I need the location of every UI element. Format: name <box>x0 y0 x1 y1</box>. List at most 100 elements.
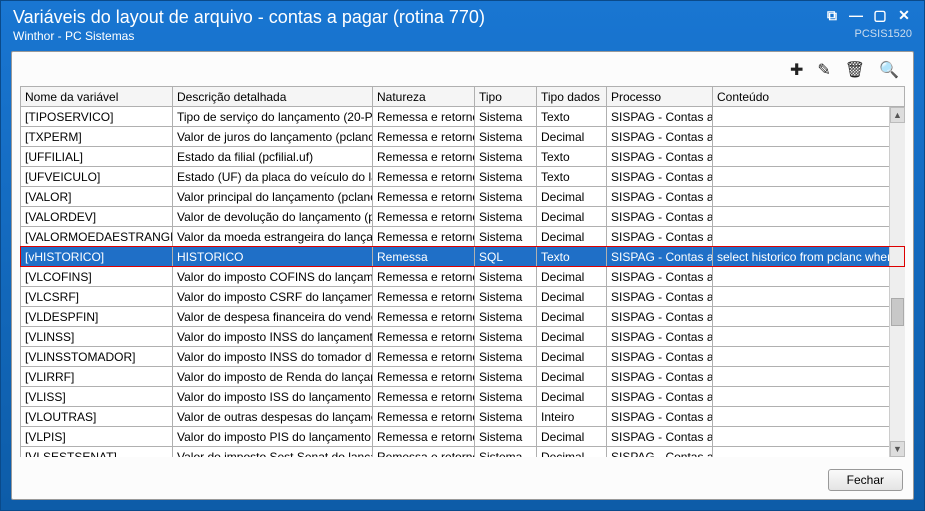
cell-nome[interactable]: [VLIRRF] <box>21 367 173 387</box>
cell-cont[interactable] <box>713 267 905 287</box>
col-desc[interactable]: Descrição detalhada <box>173 87 373 107</box>
cell-td[interactable]: Decimal <box>537 447 607 458</box>
cell-proc[interactable]: SISPAG - Contas a pa <box>607 127 713 147</box>
cell-nome[interactable]: [VALOR] <box>21 187 173 207</box>
cell-tipo[interactable]: Sistema <box>475 107 537 127</box>
cell-nat[interactable]: Remessa e retorno <box>373 447 475 458</box>
cell-td[interactable]: Decimal <box>537 127 607 147</box>
cell-nome[interactable]: [UFFILIAL] <box>21 147 173 167</box>
cell-cont[interactable]: select historico from pclanc where recnu <box>713 247 905 267</box>
cell-desc[interactable]: Valor de outras despesas do lançamento (… <box>173 407 373 427</box>
cell-nat[interactable]: Remessa e retorno <box>373 147 475 167</box>
cell-nat[interactable]: Remessa e retorno <box>373 107 475 127</box>
cell-td[interactable]: Decimal <box>537 187 607 207</box>
add-icon[interactable]: ✚ <box>790 60 803 80</box>
cell-cont[interactable] <box>713 447 905 458</box>
table-row[interactable]: [VLPIS]Valor do imposto PIS do lançament… <box>21 427 905 447</box>
table-row[interactable]: [VLSESTSENAT]Valor do imposto Sest Senat… <box>21 447 905 458</box>
cell-nat[interactable]: Remessa e retorno <box>373 327 475 347</box>
table-row[interactable]: [VLINSSTOMADOR]Valor do imposto INSS do … <box>21 347 905 367</box>
cell-tipo[interactable]: Sistema <box>475 427 537 447</box>
cell-tipo[interactable]: Sistema <box>475 287 537 307</box>
cell-nome[interactable]: [VLOUTRAS] <box>21 407 173 427</box>
cell-proc[interactable]: SISPAG - Contas a pa <box>607 287 713 307</box>
cell-tipo[interactable]: Sistema <box>475 447 537 458</box>
cell-nat[interactable]: Remessa e retorno <box>373 227 475 247</box>
col-tipodados[interactable]: Tipo dados <box>537 87 607 107</box>
cell-proc[interactable]: SISPAG - Contas a pa <box>607 407 713 427</box>
minimize-icon[interactable]: — <box>848 7 864 24</box>
cell-cont[interactable] <box>713 187 905 207</box>
cell-proc[interactable]: SISPAG - Contas a pa <box>607 207 713 227</box>
cell-cont[interactable] <box>713 147 905 167</box>
cell-nome[interactable]: [VLDESPFIN] <box>21 307 173 327</box>
cell-nat[interactable]: Remessa e retorno <box>373 387 475 407</box>
scroll-down-icon[interactable]: ▼ <box>890 441 905 457</box>
cell-desc[interactable]: Valor do imposto COFINS do lançamento (p… <box>173 267 373 287</box>
table-row[interactable]: [VLCSRF]Valor do imposto CSRF do lançame… <box>21 287 905 307</box>
col-processo[interactable]: Processo <box>607 87 713 107</box>
table-row[interactable]: [UFFILIAL]Estado da filial (pcfilial.uf)… <box>21 147 905 167</box>
cell-desc[interactable]: Valor do imposto INSS do lançamento (pcl… <box>173 327 373 347</box>
cell-td[interactable]: Decimal <box>537 207 607 227</box>
cell-proc[interactable]: SISPAG - Contas a pa <box>607 147 713 167</box>
cell-nat[interactable]: Remessa e retorno <box>373 167 475 187</box>
cell-proc[interactable]: SISPAG - Contas a pa <box>607 187 713 207</box>
cell-nome[interactable]: [VALORDEV] <box>21 207 173 227</box>
edit-icon[interactable]: ✎ <box>817 60 830 80</box>
cell-tipo[interactable]: Sistema <box>475 207 537 227</box>
table-row[interactable]: [VLINSS]Valor do imposto INSS do lançame… <box>21 327 905 347</box>
scroll-thumb[interactable] <box>891 298 904 326</box>
cell-cont[interactable] <box>713 167 905 187</box>
cell-cont[interactable] <box>713 387 905 407</box>
cell-nome[interactable]: [VLSESTSENAT] <box>21 447 173 458</box>
cell-desc[interactable]: Valor do imposto CSRF do lançamento (pcl… <box>173 287 373 307</box>
table-row[interactable]: [TIPOSERVICO]Tipo de serviço do lançamen… <box>21 107 905 127</box>
cell-desc[interactable]: Valor principal do lançamento (pclanc.va… <box>173 187 373 207</box>
cell-nome[interactable]: [TXPERM] <box>21 127 173 147</box>
cell-nome[interactable]: [TIPOSERVICO] <box>21 107 173 127</box>
cell-nat[interactable]: Remessa e retorno <box>373 367 475 387</box>
cell-td[interactable]: Decimal <box>537 347 607 367</box>
header-row[interactable]: Nome da variável Descrição detalhada Nat… <box>21 87 905 107</box>
cell-td[interactable]: Texto <box>537 147 607 167</box>
cell-nat[interactable]: Remessa e retorno <box>373 127 475 147</box>
cell-nat[interactable]: Remessa e retorno <box>373 187 475 207</box>
cell-nat[interactable]: Remessa e retorno <box>373 427 475 447</box>
close-icon[interactable]: ✕ <box>896 7 912 24</box>
table-row[interactable]: [VALOR]Valor principal do lançamento (pc… <box>21 187 905 207</box>
cell-nat[interactable]: Remessa e retorno <box>373 307 475 327</box>
cell-cont[interactable] <box>713 227 905 247</box>
cell-proc[interactable]: SISPAG - Contas a pa <box>607 227 713 247</box>
col-tipo[interactable]: Tipo <box>475 87 537 107</box>
cell-desc[interactable]: Estado (UF) da placa do veículo do lança… <box>173 167 373 187</box>
cell-td[interactable]: Decimal <box>537 267 607 287</box>
table-row[interactable]: [VLISS]Valor do imposto ISS do lançament… <box>21 387 905 407</box>
table-row[interactable]: [VALORDEV]Valor de devolução do lançamen… <box>21 207 905 227</box>
cell-desc[interactable]: Valor do imposto Sest Senat do lançament… <box>173 447 373 458</box>
cell-cont[interactable] <box>713 427 905 447</box>
cell-cont[interactable] <box>713 127 905 147</box>
cell-td[interactable]: Decimal <box>537 387 607 407</box>
cell-td[interactable]: Decimal <box>537 307 607 327</box>
cell-nome[interactable]: [VALORMOEDAESTRANGE <box>21 227 173 247</box>
cell-tipo[interactable]: Sistema <box>475 227 537 247</box>
table-row[interactable]: [UFVEICULO]Estado (UF) da placa do veícu… <box>21 167 905 187</box>
cell-td[interactable]: Inteiro <box>537 407 607 427</box>
table-row[interactable]: [VALORMOEDAESTRANGEValor da moeda estran… <box>21 227 905 247</box>
vertical-scrollbar[interactable]: ▲ ▼ <box>889 107 905 457</box>
cell-proc[interactable]: SISPAG - Contas a pa <box>607 247 713 267</box>
cell-tipo[interactable]: Sistema <box>475 347 537 367</box>
search-icon[interactable]: 🔍 <box>879 60 899 80</box>
cell-cont[interactable] <box>713 327 905 347</box>
cell-proc[interactable]: SISPAG - Contas a pa <box>607 327 713 347</box>
cell-nome[interactable]: [VLPIS] <box>21 427 173 447</box>
cell-tipo[interactable]: Sistema <box>475 307 537 327</box>
table-row[interactable]: [TXPERM]Valor de juros do lançamento (pc… <box>21 127 905 147</box>
cell-nome[interactable]: [VLINSS] <box>21 327 173 347</box>
cell-cont[interactable] <box>713 367 905 387</box>
cell-cont[interactable] <box>713 107 905 127</box>
restore-down-icon[interactable]: ⧉ <box>824 7 840 24</box>
cell-tipo[interactable]: Sistema <box>475 267 537 287</box>
cell-tipo[interactable]: Sistema <box>475 367 537 387</box>
